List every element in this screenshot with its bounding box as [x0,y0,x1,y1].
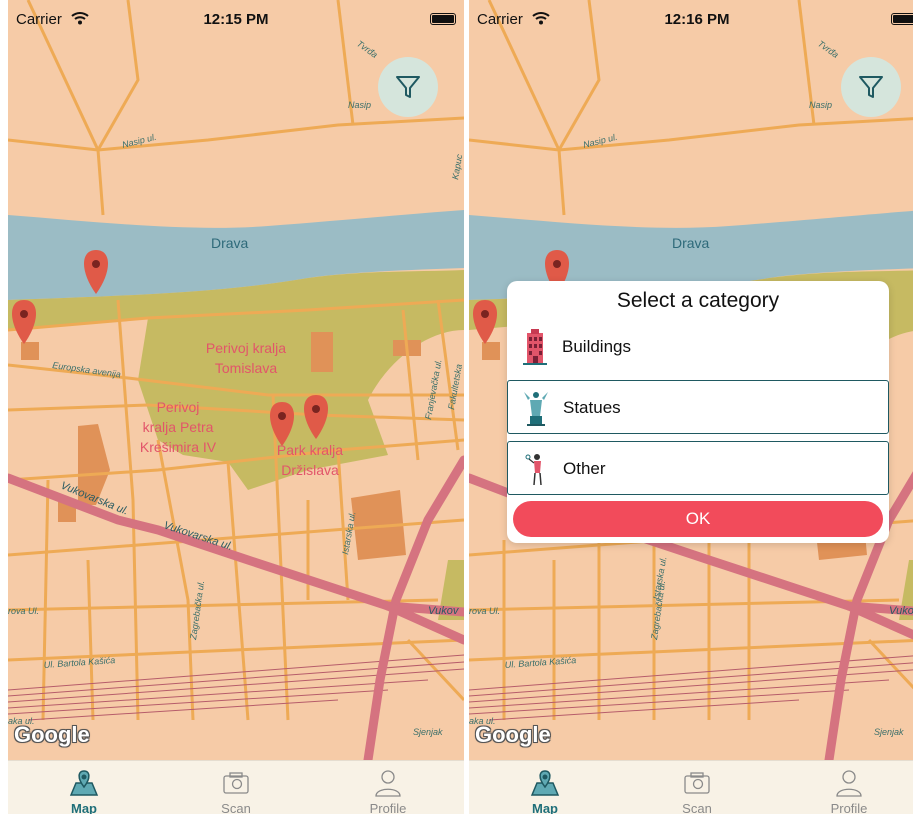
map-pin-icon [69,770,99,796]
tab-profile[interactable]: Profile [773,761,913,814]
tab-map[interactable]: Map [8,761,160,814]
tab-label: Map [71,801,97,814]
river-label: Drava [672,235,710,251]
other-icon [525,454,542,486]
battery-icon [430,13,456,25]
map-screen-left: Nasip ul. Tvrđa Nasip Europska avenija V… [8,0,464,814]
park-label-drzislav: Park kralja [277,442,343,458]
status-time: 12:16 PM [664,11,730,28]
park-label-petar: kralja Petra [143,419,214,435]
park-label-tomislav: Tomislava [215,360,277,376]
tab-scan[interactable]: Scan [621,761,773,814]
statue-icon [524,392,548,426]
filter-icon [396,76,420,98]
google-logo: Google [14,722,90,747]
category-option-buildings[interactable]: Buildings [507,320,889,374]
filter-icon [859,76,883,98]
dialog-title: Select a category [616,289,780,312]
river-label: Drava [211,235,249,251]
tab-label: Profile [830,801,868,814]
category-option-other[interactable]: Other [507,441,889,495]
camera-icon [223,772,249,794]
street-label: rova Ul. [469,606,500,616]
status-bar: Carrier 12:15 PM [8,0,464,38]
category-option-statues[interactable]: Statues [507,380,889,434]
category-dialog: Select a category Buildings Statues Othe… [507,281,889,543]
street-label: Sjenjak [874,727,904,737]
category-label: Other [563,459,606,478]
park-label-petar: Perivoj [157,399,200,415]
google-logo: Google [475,722,551,747]
street-label: Nasip [348,100,371,110]
tab-bar: Map Scan Profile [8,760,464,814]
map-screen-right: Nasip ul. Tvrđa Nasip rova Ul. Zagrebačk… [469,0,913,814]
tab-label: Scan [221,801,251,814]
building-icon [523,329,547,365]
filter-button[interactable] [841,57,901,117]
ok-button[interactable]: OK [513,501,883,537]
profile-icon [375,770,401,797]
status-bar: Carrier 12:16 PM [469,0,913,38]
park-label-drzislav: Držislava [281,462,339,478]
tab-label: Map [532,801,558,814]
tab-label: Profile [369,801,407,814]
camera-icon [684,772,710,794]
street-label: Nasip [809,100,832,110]
battery-icon [891,13,913,25]
profile-icon [836,770,862,797]
filter-button[interactable] [378,57,438,117]
category-label: Buildings [562,337,631,356]
street-label: rova Ul. [8,606,39,616]
park-label-tomislav: Perivoj kralja [206,340,286,356]
map-pin-icon [530,770,560,796]
tab-label: Scan [682,801,712,814]
park-label-petar: Krešimira IV [140,439,217,455]
category-label: Statues [563,398,621,417]
tab-map[interactable]: Map [469,761,621,814]
street-label: Sjenjak [413,727,443,737]
tab-bar: Map Scan Profile [469,760,913,814]
tab-profile[interactable]: Profile [312,761,464,814]
tab-scan[interactable]: Scan [160,761,312,814]
status-time: 12:15 PM [203,11,269,28]
street-label: Vukov [889,605,913,617]
street-label: Vukov [428,605,460,617]
